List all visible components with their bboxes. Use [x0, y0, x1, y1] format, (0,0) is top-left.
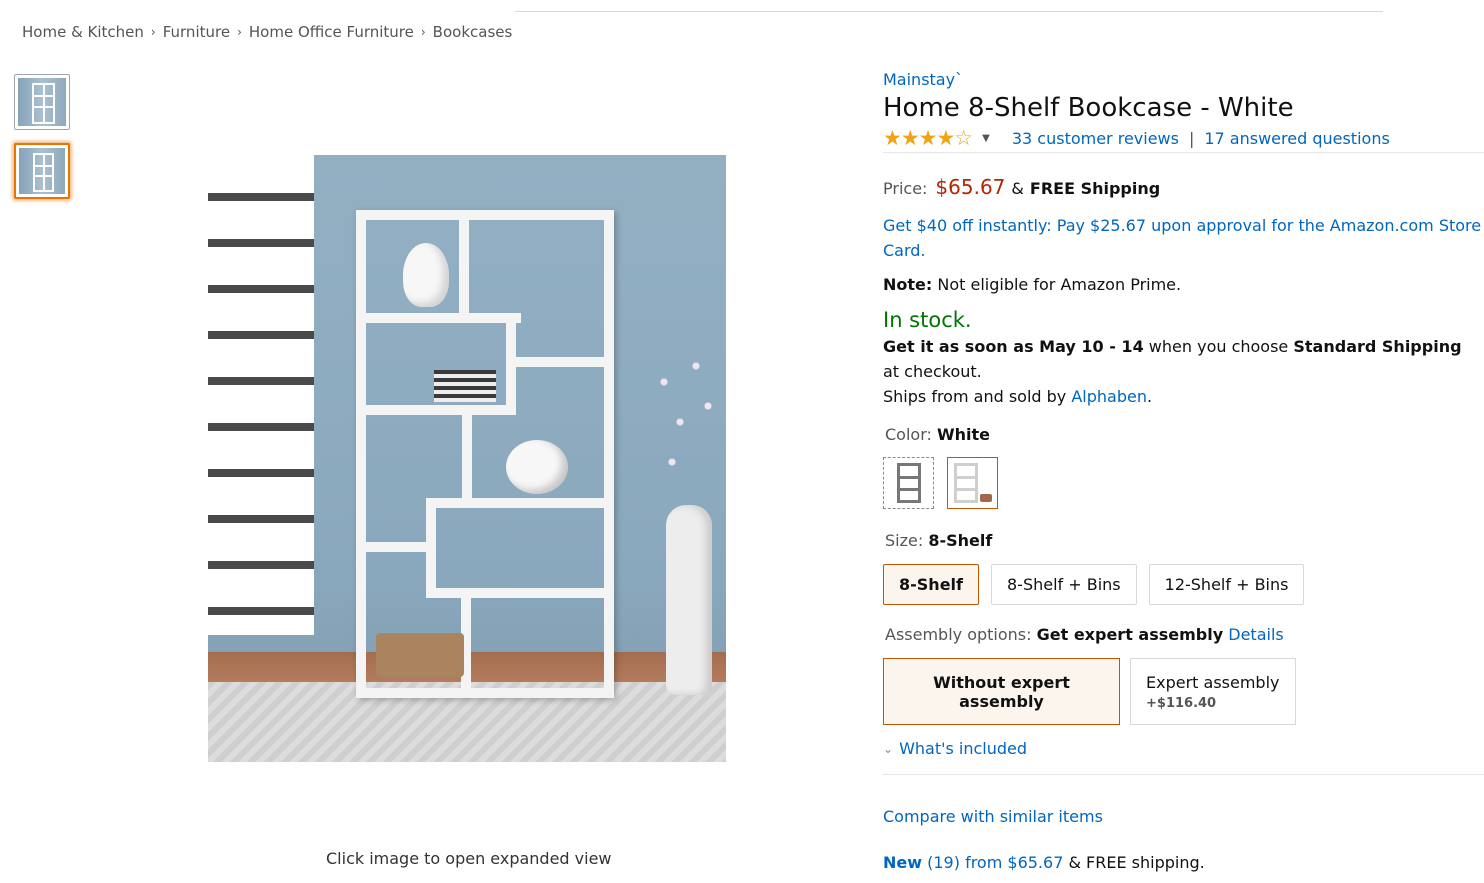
store-card-promo-link[interactable]: Get $40 off instantly: Pay $25.67 upon a… [883, 213, 1483, 263]
stock-status: In stock. [883, 308, 972, 333]
divider-pipe: | [1188, 128, 1195, 148]
expanded-view-caption: Click image to open expanded view [326, 849, 612, 868]
delivery-info: Get it as soon as May 10 - 14 when you c… [883, 334, 1463, 409]
whats-included-row[interactable]: ⌄ What's included [883, 739, 1483, 758]
vase [666, 505, 712, 695]
new-label: New [883, 853, 923, 873]
color-swatches [883, 457, 1483, 510]
assembly-options: Without expert assembly Expert assembly … [883, 658, 1483, 726]
answered-questions-link[interactable]: 17 answered questions [1204, 129, 1389, 148]
assembly-details-link[interactable]: Details [1228, 625, 1283, 644]
breadcrumb-separator: › [237, 25, 242, 39]
ships-from-text: Ships from and sold by [883, 387, 1067, 407]
new-from-price: from $65.67 [965, 853, 1064, 873]
free-shipping-text: FREE Shipping [1029, 179, 1161, 199]
main-product-image[interactable] [208, 155, 726, 762]
prime-note: Note: Not eligible for Amazon Prime. [883, 275, 1483, 294]
title-divider [883, 152, 1484, 154]
price-value: $65.67 [935, 175, 1006, 200]
window-blinds [208, 155, 314, 635]
breadcrumb-home-kitchen[interactable]: Home & Kitchen [22, 23, 144, 41]
double-chevron-down-icon: ⌄ [883, 741, 894, 756]
color-label-text: Color: [885, 425, 932, 445]
breadcrumb-separator: › [150, 25, 156, 39]
decorative-ball [506, 440, 568, 494]
wicker-basket [376, 633, 464, 677]
without-assembly-label: Without expert assembly [933, 672, 1070, 711]
breadcrumb-furniture[interactable]: Furniture [163, 23, 230, 41]
breadcrumb: Home & Kitchen › Furniture › Home Office… [22, 23, 512, 41]
customer-reviews-link[interactable]: 33 customer reviews [1012, 129, 1179, 148]
size-label-text: Size: [885, 531, 924, 551]
thumbnail-image [19, 148, 65, 194]
price-label: Price: [883, 179, 928, 199]
brand-link[interactable]: Mainstay` [883, 70, 1483, 89]
color-value: White [936, 425, 991, 445]
expert-assembly-price: +$116.40 [1146, 695, 1217, 711]
note-label: Note: [883, 275, 933, 295]
without-assembly-button[interactable]: Without expert assembly [883, 658, 1120, 726]
size-option-12-shelf-bins[interactable]: 12-Shelf + Bins [1148, 564, 1305, 606]
delivery-method: Standard Shipping [1293, 337, 1462, 357]
breadcrumb-separator: › [420, 25, 426, 39]
color-swatch-1[interactable] [883, 457, 934, 510]
new-offers-suffix: & FREE shipping. [1068, 853, 1205, 873]
breadcrumb-home-office-furniture[interactable]: Home Office Furniture [249, 23, 414, 41]
price-row: Price: $65.67 & FREE Shipping [883, 175, 1483, 199]
compare-similar-link[interactable]: Compare with similar items [883, 807, 1483, 826]
new-offers-row: New (19) from $65.67 & FREE shipping. [883, 853, 1483, 872]
rating-row: ★★★★☆ ▼ 33 customer reviews | 17 answere… [883, 126, 1483, 150]
top-divider [515, 11, 1383, 12]
size-label: Size: 8-Shelf [885, 531, 1483, 550]
product-title: Home 8-Shelf Bookcase - White [883, 93, 1294, 123]
whats-included-link[interactable]: What's included [899, 739, 1027, 758]
size-option-8-shelf[interactable]: 8-Shelf [883, 564, 979, 606]
assembly-value: Get expert assembly [1036, 625, 1224, 645]
assembly-label-text: Assembly options: [885, 625, 1032, 645]
thumbnail-2[interactable] [14, 143, 70, 199]
size-value: 8-Shelf [928, 531, 993, 551]
new-offers-link[interactable]: New (19) from $65.67 [883, 853, 1063, 872]
size-options: 8-Shelf 8-Shelf + Bins 12-Shelf + Bins [883, 564, 1483, 606]
seller-link[interactable]: Alphaben [1071, 387, 1147, 406]
note-text: Not eligible for Amazon Prime. [937, 275, 1182, 295]
product-details: Mainstay` Home 8-Shelf Bookcase - White … [883, 68, 1484, 872]
color-swatch-2[interactable] [947, 457, 998, 510]
delivery-middle: when you choose [1148, 337, 1289, 357]
thumbnail-image [18, 78, 66, 126]
stacked-books [434, 370, 496, 402]
delivery-suffix: at checkout. [883, 362, 982, 382]
price-amp: & [1011, 179, 1024, 199]
breadcrumb-bookcases[interactable]: Bookcases [433, 23, 513, 41]
delivery-date: Get it as soon as May 10 - 14 [883, 337, 1144, 357]
expert-assembly-button[interactable]: Expert assembly +$116.40 [1130, 658, 1296, 726]
star-rating-icon[interactable]: ★★★★☆ [883, 127, 973, 149]
color-label: Color: White [885, 425, 1483, 444]
expert-assembly-label: Expert assembly [1146, 672, 1280, 692]
bookcase-icon [953, 463, 978, 504]
bin-icon [979, 494, 992, 503]
bookcase-frame [356, 210, 614, 698]
ships-period: . [1147, 387, 1153, 407]
size-option-8-shelf-bins[interactable]: 8-Shelf + Bins [990, 564, 1137, 606]
rating-dropdown-chevron-icon[interactable]: ▼ [982, 133, 990, 144]
assembly-label: Assembly options: Get expert assembly De… [885, 625, 1483, 644]
bookcase-icon [896, 463, 921, 504]
white-ornament [403, 243, 449, 307]
new-count: (19) [927, 853, 960, 873]
thumbnail-1[interactable] [14, 74, 70, 130]
blossom-branches [648, 350, 726, 510]
section-divider [883, 774, 1484, 776]
